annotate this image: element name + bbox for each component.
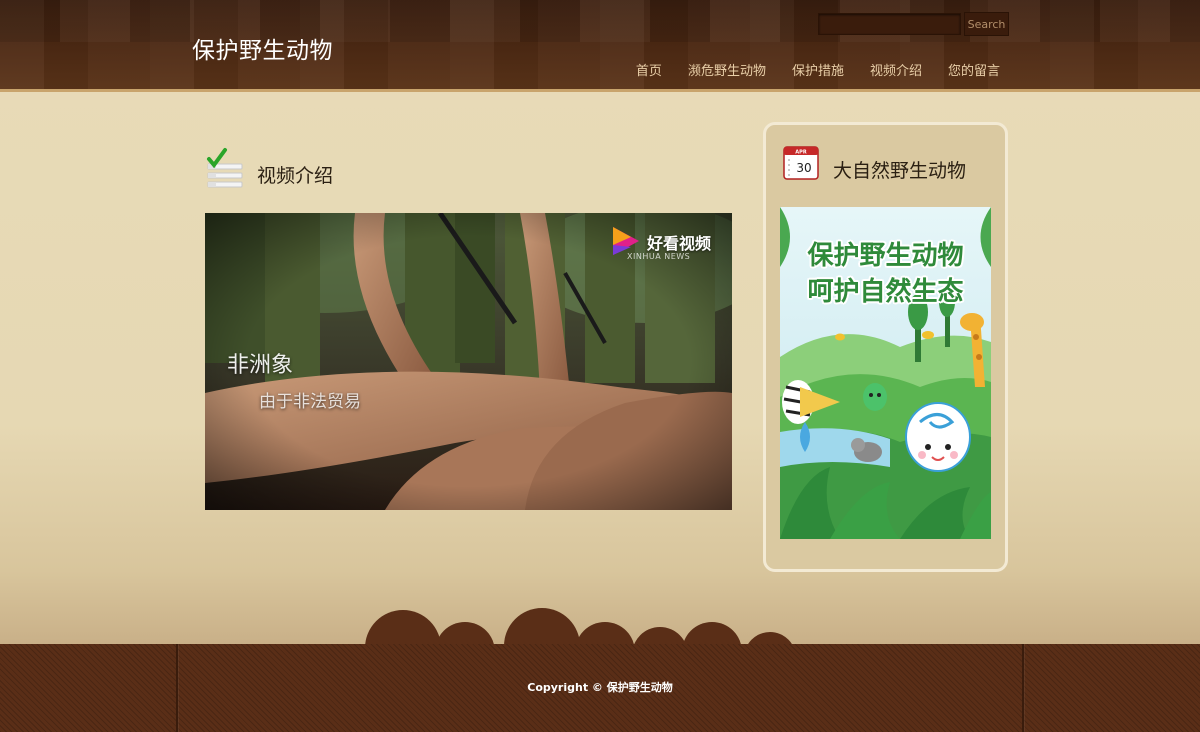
video-player[interactable]: 非洲象 由于非法贸易 好看视频 XINHUA NEWS [205,213,732,510]
search-button[interactable]: Search [964,12,1009,36]
poster-headline-1: 保护野生动物 [807,241,964,271]
nav-item-protection[interactable]: 保护措施 [792,60,844,79]
footer-cloud-decoration [365,608,795,650]
nav-item-endangered[interactable]: 濒危野生动物 [688,60,766,79]
calendar-icon: APR 30 [783,146,819,180]
poster-headline-2: 呵护自然生态 [807,277,964,307]
site-header: 保护野生动物 Search 首页 濒危野生动物 保护措施 视频介绍 您的留言 [0,0,1200,92]
checklist-icon [207,148,243,188]
video-caption-title: 非洲象 [227,353,294,378]
channel-logo: 好看视频 XINHUA NEWS [611,225,727,265]
site-title[interactable]: 保护野生动物 [192,31,333,65]
nav-item-messages[interactable]: 您的留言 [948,60,1000,79]
channel-subtitle: XINHUA NEWS [627,252,691,261]
wildlife-poster[interactable]: 保护野生动物 呵护自然生态 [780,207,991,539]
copyright-text: Copyright © 保护野生动物 [527,681,673,694]
sidebar-title: 大自然野生动物 [833,160,967,182]
calendar-month: APR [795,150,807,156]
nav-item-videos[interactable]: 视频介绍 [870,60,922,79]
nav-item-home[interactable]: 首页 [636,60,662,79]
video-caption-subtitle: 由于非法贸易 [259,392,361,412]
channel-name: 好看视频 [647,234,712,253]
section-title: 视频介绍 [257,165,334,187]
main-nav: 首页 濒危野生动物 保护措施 视频介绍 您的留言 [636,60,1000,79]
calendar-day: 30 [796,161,811,175]
search-input[interactable] [818,13,961,35]
